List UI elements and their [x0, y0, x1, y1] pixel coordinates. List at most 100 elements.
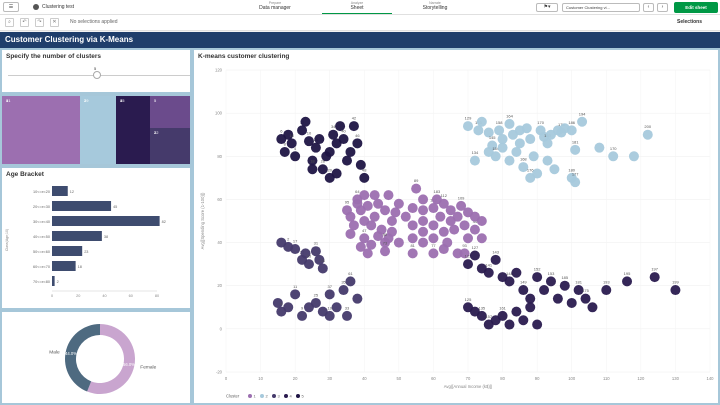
scatter-point-cluster-1[interactable]: [359, 190, 370, 201]
scatter-point-cluster-4[interactable]: [463, 259, 473, 270]
scatter-point-cluster-1[interactable]: [469, 224, 480, 235]
scatter-point-cluster-2[interactable]: [504, 155, 515, 166]
scatter-point-cluster-4[interactable]: [545, 276, 556, 287]
scatter-point-cluster-5[interactable]: [307, 164, 318, 175]
scatter-point-cluster-1[interactable]: [407, 233, 418, 244]
scatter-point-cluster-3[interactable]: [297, 310, 308, 321]
scatter-point-cluster-5[interactable]: [348, 121, 359, 132]
scatter-point-cluster-2[interactable]: [525, 134, 536, 145]
scatter-point-cluster-4[interactable]: [601, 285, 612, 296]
scatter-point-cluster-4[interactable]: [518, 285, 529, 296]
scatter-point-cluster-5[interactable]: [324, 146, 335, 157]
scatter-point-cluster-2[interactable]: [542, 155, 553, 166]
scatter-point-cluster-4[interactable]: [504, 276, 515, 287]
scatter-point-cluster-1[interactable]: [411, 183, 422, 194]
scatter-point-cluster-1[interactable]: [428, 233, 439, 244]
scatter-point-cluster-1[interactable]: [386, 216, 397, 226]
scatter-point-cluster-2[interactable]: [504, 118, 515, 129]
treemap-cell-1[interactable]: 1 81: [2, 96, 80, 164]
scatter-point-cluster-4[interactable]: [483, 267, 494, 278]
scatter-point-cluster-4[interactable]: [504, 319, 515, 330]
scatter-point-cluster-2[interactable]: [528, 151, 539, 162]
scatter-point-cluster-2[interactable]: [566, 125, 577, 136]
scatter-point-cluster-1[interactable]: [348, 220, 359, 231]
legend-swatch-2[interactable]: [260, 394, 264, 398]
selections-button[interactable]: Selections: [677, 19, 702, 25]
scatter-point-cluster-5[interactable]: [310, 142, 321, 153]
scatter-point-cluster-1[interactable]: [418, 226, 429, 237]
scatter-point-cluster-5[interactable]: [279, 146, 290, 157]
scatter-point-cluster-4[interactable]: [511, 267, 522, 278]
scatter-point-cluster-4[interactable]: [622, 276, 633, 287]
scatter-point-cluster-2[interactable]: [570, 144, 581, 155]
scatter-point-cluster-4[interactable]: [469, 250, 480, 261]
scatter-point-cluster-5[interactable]: [314, 134, 325, 145]
step-back-icon[interactable]: ↶: [20, 18, 29, 27]
treemap-cell-2[interactable]: 2 39: [80, 96, 116, 164]
scatter-point-cluster-4[interactable]: [490, 254, 501, 265]
scatter-point-cluster-4[interactable]: [539, 285, 550, 296]
age-bar[interactable]: [52, 276, 55, 286]
scatter-point-cluster-1[interactable]: [463, 233, 473, 244]
scatter-point-cluster-2[interactable]: [490, 151, 501, 162]
scatter-point-cluster-5[interactable]: [345, 146, 356, 157]
scatter-point-cluster-4[interactable]: [525, 302, 536, 313]
scatter-point-cluster-3[interactable]: [342, 310, 352, 321]
scatter-point-cluster-1[interactable]: [476, 233, 487, 244]
edit-sheet-button[interactable]: Edit sheet: [674, 2, 718, 13]
scatter-point-cluster-3[interactable]: [345, 276, 356, 287]
scatter-point-cluster-2[interactable]: [497, 134, 508, 145]
tab-prepare[interactable]: Prepare Data manager: [240, 1, 310, 11]
scatter-point-cluster-2[interactable]: [542, 138, 553, 149]
age-bar[interactable]: [52, 186, 68, 196]
smart-search-icon[interactable]: ⌕: [5, 18, 14, 27]
scatter-point-cluster-1[interactable]: [418, 205, 429, 216]
scatter-point-cluster-1[interactable]: [428, 220, 439, 231]
scatter-point-cluster-2[interactable]: [594, 142, 605, 153]
scatter-point-cluster-5[interactable]: [338, 134, 349, 145]
scatter-point-cluster-1[interactable]: [428, 203, 439, 214]
scatter-point-cluster-1[interactable]: [476, 216, 487, 226]
age-bar[interactable]: [52, 246, 83, 256]
scatter-point-cluster-5[interactable]: [300, 116, 311, 127]
treemap-cell-3[interactable]: 3 22: [150, 128, 190, 164]
scatter-point-cluster-2[interactable]: [549, 164, 560, 175]
scatter-point-cluster-3[interactable]: [338, 285, 349, 296]
scatter-point-cluster-2[interactable]: [476, 116, 487, 127]
scatter-point-cluster-1[interactable]: [393, 237, 404, 248]
clusters-slider-handle[interactable]: [93, 71, 101, 79]
scatter-point-cluster-4[interactable]: [552, 293, 563, 304]
scatter-point-cluster-1[interactable]: [418, 216, 429, 226]
scatter-point-cluster-3[interactable]: [317, 263, 328, 274]
scatter-point-cluster-4[interactable]: [518, 315, 529, 326]
scatter-point-cluster-2[interactable]: [511, 146, 522, 157]
scatter-point-cluster-2[interactable]: [628, 151, 639, 162]
scatter-point-cluster-4[interactable]: [587, 302, 598, 313]
age-bar[interactable]: [52, 231, 102, 241]
scatter-point-cluster-4[interactable]: [511, 306, 522, 317]
treemap-cell-5[interactable]: 5: [150, 96, 190, 128]
scatter-point-cluster-1[interactable]: [438, 226, 449, 237]
scatter-point-cluster-5[interactable]: [359, 172, 370, 183]
scatter-point-cluster-3[interactable]: [324, 289, 335, 300]
scatter-point-cluster-2[interactable]: [570, 177, 581, 188]
scatter-point-cluster-3[interactable]: [324, 310, 335, 321]
scatter-point-cluster-2[interactable]: [494, 125, 505, 136]
scatter-point-cluster-1[interactable]: [345, 211, 356, 222]
scatter-point-cluster-3[interactable]: [310, 246, 321, 257]
scatter-point-cluster-4[interactable]: [670, 285, 681, 296]
scatter-point-cluster-1[interactable]: [407, 248, 418, 259]
scatter-point-cluster-1[interactable]: [449, 224, 460, 235]
scatter-point-cluster-1[interactable]: [366, 239, 377, 250]
scatter-point-cluster-4[interactable]: [532, 272, 543, 283]
scatter-point-cluster-4[interactable]: [525, 293, 536, 304]
scatter-point-cluster-3[interactable]: [331, 302, 342, 313]
tab-analyze[interactable]: Analyze Sheet: [322, 1, 392, 14]
scatter-point-cluster-5[interactable]: [352, 138, 363, 149]
scatter-point-cluster-4[interactable]: [497, 310, 508, 321]
scatter-point-cluster-1[interactable]: [390, 207, 401, 218]
scatter-point-cluster-1[interactable]: [366, 220, 377, 231]
scatter-point-cluster-1[interactable]: [407, 220, 418, 231]
age-bar[interactable]: [52, 216, 160, 226]
scatter-point-cluster-2[interactable]: [521, 123, 532, 134]
